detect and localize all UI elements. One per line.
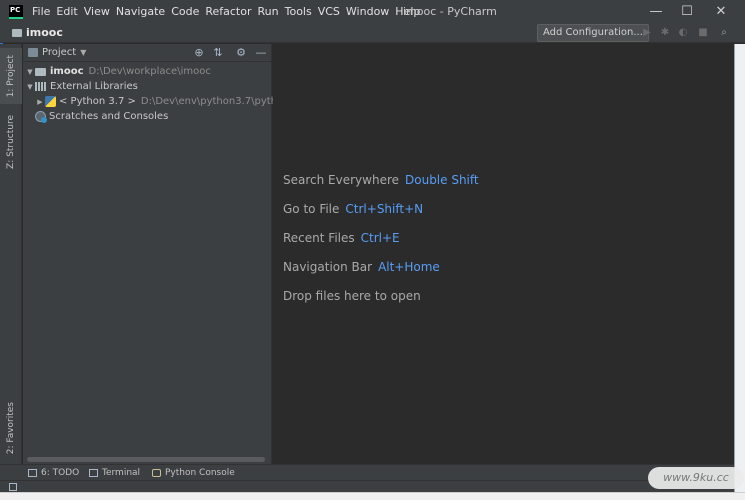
menu-window[interactable]: Window	[343, 0, 392, 23]
hint-navigation-bar: Navigation Bar Alt+Home	[283, 260, 440, 274]
tree-item-scratches[interactable]: Scratches and Consoles	[35, 109, 168, 124]
debug-icon[interactable]: ✱	[659, 27, 671, 39]
coverage-icon[interactable]: ◐	[677, 27, 689, 39]
hint-go-to-file: Go to File Ctrl+Shift+N	[283, 202, 423, 216]
menu-view[interactable]: View	[81, 0, 113, 23]
library-icon	[35, 82, 46, 91]
add-configuration-button[interactable]: Add Configuration...	[537, 24, 649, 42]
folder-icon	[35, 67, 46, 76]
hint-shortcut: Alt+Home	[378, 260, 440, 274]
maximize-button[interactable]: ☐	[672, 0, 702, 23]
gear-icon[interactable]: ⚙	[234, 46, 248, 60]
tree-item-project-root[interactable]: ▼ imooc D:\Dev\workplace\imooc	[25, 64, 211, 79]
menu-bar: File Edit View Navigate Code Refactor Ru…	[29, 0, 423, 23]
toggle-tool-windows-icon[interactable]	[9, 483, 17, 491]
hint-shortcut: Ctrl+Shift+N	[345, 202, 424, 216]
tree-item-path: D:\Dev\workplace\imooc	[88, 66, 211, 77]
bottom-tool-bar: 6: TODO Terminal Python Console	[0, 464, 734, 480]
menu-navigate[interactable]: Navigate	[113, 0, 168, 23]
tool-tab-structure-label: Z: Structure	[6, 115, 16, 169]
editor-area[interactable]: Search Everywhere Double Shift Go to File…	[273, 44, 734, 464]
hint-label: Navigation Bar	[283, 260, 373, 274]
locate-icon[interactable]: ⊕	[192, 46, 206, 60]
hint-shortcut: Ctrl+E	[360, 231, 400, 245]
python-console-icon	[152, 469, 161, 477]
left-tool-strip: 1: Project Z: Structure 2: Favorites	[0, 44, 22, 478]
tree-item-label: imooc	[50, 66, 84, 77]
folder-icon	[12, 28, 22, 37]
tool-tab-label: Python Console	[165, 468, 235, 478]
tree-item-label: External Libraries	[50, 81, 138, 92]
terminal-icon	[89, 469, 98, 477]
tree-item-external-libraries[interactable]: ▼ External Libraries	[25, 79, 138, 94]
tool-tab-project[interactable]: 1: Project	[0, 48, 22, 104]
python-icon	[45, 96, 56, 107]
tool-tab-favorites[interactable]: 2: Favorites	[0, 396, 22, 460]
chevron-down-icon[interactable]: ▼	[80, 48, 86, 57]
hint-drop-files: Drop files here to open	[283, 289, 421, 303]
chevron-down-icon[interactable]: ▼	[25, 68, 35, 76]
status-bar	[0, 480, 734, 492]
project-panel: Project ▼ ⊕ ⇅ ⚙ — ▼ imooc D:\Dev\workpla…	[23, 44, 310, 464]
hint-label: Recent Files	[283, 231, 355, 245]
project-icon	[28, 48, 38, 57]
stop-icon[interactable]: ■	[697, 27, 709, 39]
menu-vcs[interactable]: VCS	[315, 0, 343, 23]
tool-tab-structure[interactable]: Z: Structure	[0, 112, 22, 172]
todo-icon	[28, 469, 37, 477]
project-panel-header: Project ▼ ⊕ ⇅ ⚙ —	[23, 44, 271, 62]
scratches-icon	[35, 111, 47, 123]
hint-label: Go to File	[283, 202, 340, 216]
navigation-bar: imooc Add Configuration... ▶ ✱ ◐ ■ ⌕	[0, 23, 745, 43]
breadcrumb-project[interactable]: imooc	[26, 26, 63, 39]
title-bar: PC File Edit View Navigate Code Refactor…	[0, 0, 745, 23]
chevron-down-icon[interactable]: ▼	[25, 83, 35, 91]
menu-edit[interactable]: Edit	[53, 0, 80, 23]
run-icon[interactable]: ▶	[641, 27, 653, 39]
tool-tab-favorites-label: 2: Favorites	[6, 401, 16, 455]
hint-label: Search Everywhere	[283, 173, 399, 187]
tool-tab-project-label: 1: Project	[6, 54, 16, 98]
hint-search-everywhere: Search Everywhere Double Shift	[283, 173, 479, 187]
window-title: imooc - PyCharm	[403, 5, 497, 18]
minimize-button[interactable]: —	[641, 0, 671, 23]
menu-code[interactable]: Code	[168, 0, 202, 23]
taskbar-peek	[0, 492, 745, 500]
tool-tab-todo[interactable]: 6: TODO	[28, 465, 79, 481]
close-button[interactable]: ✕	[706, 0, 736, 23]
chevron-right-icon[interactable]: ▶	[35, 98, 45, 106]
menu-file[interactable]: File	[29, 0, 53, 23]
search-icon[interactable]: ⌕	[718, 27, 730, 39]
collapse-all-icon[interactable]: ⇅	[211, 46, 225, 60]
tree-item-label: < Python 3.7 >	[59, 96, 136, 107]
tree-item-label: Scratches and Consoles	[49, 111, 169, 122]
horizontal-scrollbar[interactable]	[27, 457, 265, 462]
hint-recent-files: Recent Files Ctrl+E	[283, 231, 400, 245]
watermark: www.9ku.cc	[648, 467, 744, 489]
tree-item-python-sdk[interactable]: ▶ < Python 3.7 > D:\Dev\env\python3.7\py…	[35, 94, 310, 109]
menu-run[interactable]: Run	[255, 0, 282, 23]
hint-shortcut: Double Shift	[405, 173, 479, 187]
background-window-edge	[734, 44, 745, 500]
menu-tools[interactable]: Tools	[282, 0, 315, 23]
tool-tab-label: Terminal	[102, 468, 141, 478]
tool-tab-terminal[interactable]: Terminal	[89, 465, 140, 481]
pycharm-logo-icon: PC	[9, 4, 23, 19]
menu-refactor[interactable]: Refactor	[202, 0, 254, 23]
project-panel-title[interactable]: Project	[42, 47, 76, 58]
tool-tab-label: 6: TODO	[41, 468, 80, 478]
hide-panel-icon[interactable]: —	[254, 46, 268, 60]
tool-tab-python-console[interactable]: Python Console	[152, 465, 235, 481]
hint-label: Drop files here to open	[283, 289, 421, 303]
